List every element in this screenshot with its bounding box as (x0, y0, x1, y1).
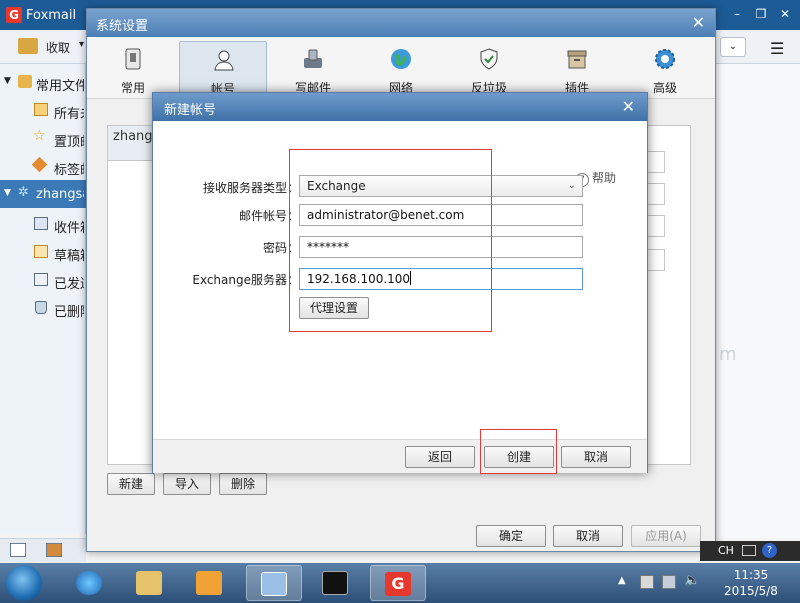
search-options-icon[interactable]: ⌄ (720, 37, 746, 57)
menu-icon[interactable]: ☰ (770, 39, 784, 58)
email-label: 邮件帐号： (238, 209, 299, 223)
tab-account[interactable]: 帐号 (179, 41, 267, 97)
password-label: 密码： (262, 241, 299, 255)
account-icon (214, 50, 234, 71)
create-highlight-box (480, 429, 557, 474)
chevron-down-icon: ⌄ (567, 180, 576, 191)
gear-icon (655, 49, 675, 69)
cancel-button[interactable]: 取消 (561, 446, 631, 468)
exchange-server-label: Exchange服务器： (192, 273, 299, 287)
settings-title: 系统设置 (96, 19, 149, 34)
sidebar-item-deleted[interactable]: 已删除 (0, 294, 86, 322)
taskbar-explorer[interactable] (122, 565, 178, 601)
trash-icon (35, 301, 47, 314)
tab-antispam[interactable]: 反垃圾 (445, 41, 533, 97)
folder-icon (34, 103, 48, 116)
settings-title-bar: 系统设置 ✕ (87, 9, 715, 37)
account-list-item[interactable]: zhang (113, 129, 153, 144)
help-icon[interactable]: ? (762, 543, 777, 558)
folder-icon (18, 75, 32, 88)
taskbar-foxmail[interactable]: G (370, 565, 426, 601)
receive-dropdown-icon[interactable]: ▾ (79, 39, 84, 50)
foxmail-logo-icon: G (385, 572, 411, 596)
taskbar-server-manager[interactable] (246, 565, 302, 601)
cancel-button[interactable]: 取消 (553, 525, 623, 547)
tab-advanced[interactable]: 高级 (621, 41, 709, 97)
tab-compose[interactable]: 写邮件 (269, 41, 357, 97)
tab-general[interactable]: 常用 (89, 41, 177, 97)
tab-network[interactable]: 网络 (357, 41, 445, 97)
sidebar-item-unread[interactable]: 所有未读 (0, 96, 86, 124)
inbox-icon (34, 217, 48, 230)
minimize-icon[interactable]: – (728, 5, 746, 23)
server-manager-icon (261, 572, 287, 596)
tag-icon (31, 156, 48, 173)
server-type-label: 接收服务器类型： (202, 181, 299, 195)
new-account-button[interactable]: 新建 (107, 473, 155, 495)
new-account-footer: 返回 创建 取消 (153, 439, 647, 473)
sidebar-bottom-tools (0, 538, 86, 562)
delete-button[interactable]: 删除 (219, 473, 267, 495)
taskbar: G ▲ 🔈 11:35 2015/5/8 (0, 563, 800, 603)
new-account-title-bar: 新建帐号 ✕ (153, 93, 647, 121)
tray-expand-icon[interactable]: ▲ (618, 575, 632, 589)
sidebar-item-tagged[interactable]: 标签邮件 (0, 152, 86, 180)
receive-button[interactable]: 收取 (46, 39, 70, 56)
tab-plugins[interactable]: 插件 (533, 41, 621, 97)
star-icon: ☆ (33, 128, 46, 144)
close-icon[interactable]: ✕ (776, 5, 794, 23)
contacts-icon[interactable] (46, 543, 62, 557)
volume-icon[interactable]: 🔈 (684, 573, 700, 588)
new-account-title: 新建帐号 (164, 103, 217, 118)
import-button[interactable]: 导入 (163, 473, 211, 495)
close-icon[interactable]: ✕ (622, 97, 635, 116)
sent-icon (34, 273, 48, 286)
taskbar-clock[interactable]: 11:35 2015/5/8 (716, 567, 786, 599)
mail-view-icon[interactable] (10, 543, 26, 557)
keyboard-icon[interactable] (742, 545, 756, 556)
ime-bar: CH ? (700, 541, 800, 561)
general-icon (125, 48, 141, 70)
taskbar-cmd[interactable] (308, 565, 364, 601)
terminal-icon (322, 571, 348, 595)
back-button[interactable]: 返回 (405, 446, 475, 468)
compose-icon (304, 49, 322, 68)
sidebar-item-sent[interactable]: 已发送 (0, 266, 86, 294)
taskbar-ie[interactable] (62, 565, 118, 601)
restore-icon[interactable]: ❐ (752, 5, 770, 23)
close-icon[interactable]: ✕ (692, 13, 705, 32)
account-icon: ✲ (18, 185, 29, 200)
folder-sidebar: ▼ 常用文件夹 所有未读 ☆ 置顶邮件 标签邮件 ▼ ✲ zhangsan 收件… (0, 64, 86, 534)
taskbar-media-player[interactable] (182, 565, 238, 601)
background-text: m (719, 344, 737, 365)
collapse-arrow-icon[interactable]: ▼ (4, 188, 11, 198)
globe-icon (391, 49, 411, 69)
ie-icon (76, 571, 102, 595)
mail-list-area: m (716, 64, 800, 538)
sidebar-item-drafts[interactable]: 草稿箱 (0, 238, 86, 266)
draft-icon (34, 245, 48, 258)
network-icon[interactable] (640, 575, 654, 589)
plugin-icon (567, 50, 587, 69)
ime-language[interactable]: CH (718, 544, 734, 557)
settings-tabs: 常用 帐号 写邮件 网络 反垃圾 插件 高级 (87, 37, 715, 99)
foxmail-logo-icon: G (6, 7, 22, 23)
action-center-icon[interactable] (662, 575, 676, 589)
collapse-arrow-icon[interactable]: ▼ (4, 76, 11, 86)
form-highlight-box (289, 149, 492, 332)
sidebar-item-inbox[interactable]: 收件箱 (0, 210, 86, 238)
receive-mail-icon[interactable] (18, 38, 38, 54)
start-button[interactable] (6, 565, 42, 601)
sidebar-item-account[interactable]: ▼ ✲ zhangsan (0, 180, 86, 208)
shield-icon (480, 48, 498, 70)
folder-icon (136, 571, 162, 595)
sidebar-item-pinned[interactable]: ☆ 置顶邮件 (0, 124, 86, 152)
ok-button[interactable]: 确定 (476, 525, 546, 547)
sidebar-item-common-folders[interactable]: ▼ 常用文件夹 (0, 68, 86, 96)
app-title: Foxmail (26, 8, 77, 23)
media-player-icon (196, 571, 222, 595)
apply-button: 应用(A) (631, 525, 701, 547)
